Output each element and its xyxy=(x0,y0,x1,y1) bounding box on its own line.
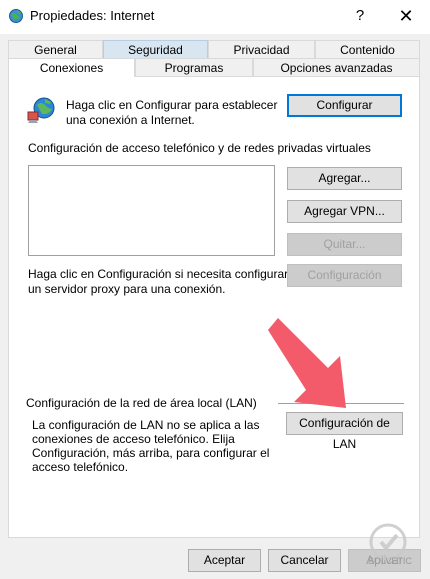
cancel-button[interactable]: Cancelar xyxy=(268,549,341,572)
proxy-text-line2: un servidor proxy para una conexión. xyxy=(28,282,226,296)
internet-globe-icon xyxy=(9,9,23,23)
ok-button[interactable]: Aceptar xyxy=(188,549,261,572)
globe-connect-icon xyxy=(27,97,55,123)
help-button[interactable]: ? xyxy=(340,2,380,30)
title-bar: Propiedades: Internet ? ✕ xyxy=(0,0,430,34)
watermark-text: SOLVETIC xyxy=(368,556,412,566)
add-button[interactable]: Agregar... xyxy=(287,167,402,190)
close-button[interactable]: ✕ xyxy=(384,2,428,30)
setup-text-line2: una conexión a Internet. xyxy=(66,113,195,127)
tab-privacy[interactable]: Privacidad xyxy=(208,40,315,58)
lan-text-line4: acceso telefónico. xyxy=(32,460,129,474)
lan-text-line2: conexiones de acceso telefónico. Elija xyxy=(32,432,235,446)
tab-connections[interactable]: Conexiones xyxy=(8,58,135,77)
dialup-heading: Configuración de acceso telefónico y de … xyxy=(28,141,371,155)
setup-text-line1: Haga clic en Configurar para establecer xyxy=(66,98,278,112)
solvetic-logo-icon xyxy=(369,523,407,561)
lan-text-line3: Configuración, más arriba, para configur… xyxy=(32,446,270,460)
tab-general[interactable]: General xyxy=(8,40,103,58)
lan-settings-button[interactable]: Configuración de LAN xyxy=(286,412,403,451)
connections-list[interactable] xyxy=(28,165,275,256)
tab-security[interactable]: Seguridad xyxy=(103,40,208,58)
arrow-pointer-icon xyxy=(268,318,346,408)
window-title: Propiedades: Internet xyxy=(30,8,155,23)
setup-button[interactable]: Configurar xyxy=(287,94,402,117)
remove-button[interactable]: Quitar... xyxy=(287,233,402,256)
add-vpn-button[interactable]: Agregar VPN... xyxy=(287,200,402,223)
tab-advanced-options[interactable]: Opciones avanzadas xyxy=(253,58,420,76)
lan-text-line1: La configuración de LAN no se aplica a l… xyxy=(32,418,260,432)
settings-button[interactable]: Configuración xyxy=(287,264,402,287)
lan-heading: Configuración de la red de área local (L… xyxy=(26,396,257,410)
proxy-text-line1: Haga clic en Configuración si necesita c… xyxy=(28,267,289,281)
tab-programs[interactable]: Programas xyxy=(135,58,253,76)
tab-content[interactable]: Contenido xyxy=(315,40,420,58)
